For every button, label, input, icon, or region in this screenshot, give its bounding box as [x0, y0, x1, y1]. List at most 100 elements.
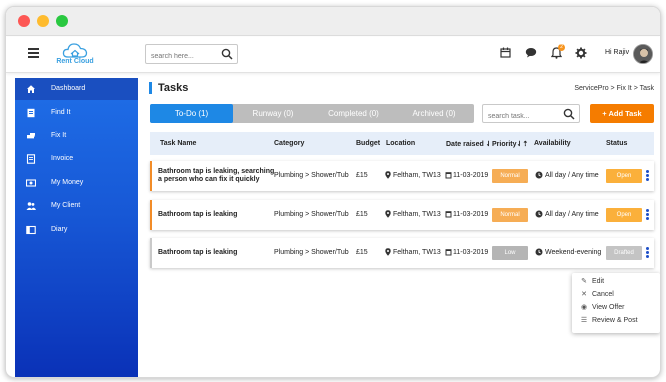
table-row[interactable]: Bathroom tap is leaking Plumbing > Showe… — [150, 238, 654, 268]
sidebar-item-my-client[interactable]: My Client — [15, 195, 138, 217]
task-availability: All day / Any time — [545, 172, 599, 179]
sidebar-item-fix-it[interactable]: Fix It — [15, 125, 138, 147]
status-badge: Open — [606, 208, 642, 222]
menu-item-view-offer[interactable]: ◉ View Offer — [580, 303, 625, 315]
sidebar-item-label: My Money — [51, 179, 84, 186]
menu-item-review-post[interactable]: ☰ Review & Post — [580, 316, 638, 328]
task-search[interactable] — [482, 104, 580, 125]
task-name-line2: a person who can fix it quickly — [158, 176, 260, 183]
header-category[interactable]: Category — [274, 140, 304, 147]
global-search[interactable] — [145, 44, 238, 66]
header-status[interactable]: Status — [606, 140, 627, 147]
gear-icon[interactable] — [575, 47, 587, 59]
task-tabs: To-Do (1) Runway (0) Completed (0) Archi… — [150, 104, 474, 123]
sidebar-item-label: Find It — [51, 109, 71, 116]
priority-badge: Normal — [492, 169, 528, 183]
tab-todo[interactable]: To-Do (1) — [150, 104, 233, 123]
clock-icon — [535, 248, 543, 258]
top-navbar: Rent Cloud 2 Hi Rajiv — [6, 37, 660, 73]
location-pin-icon — [385, 171, 391, 181]
close-window-button[interactable] — [18, 15, 30, 27]
task-date: 11-03-2019 — [453, 211, 489, 218]
header-date-raised[interactable]: Date raised ⇃ — [446, 140, 492, 148]
minimize-window-button[interactable] — [37, 15, 49, 27]
chat-icon[interactable] — [525, 47, 537, 58]
table-row[interactable]: Bathroom tap is leaking, searching a per… — [150, 161, 654, 191]
home-icon — [27, 85, 35, 93]
header-location[interactable]: Location — [386, 140, 415, 147]
tab-archived[interactable]: Archived (0) — [394, 104, 474, 123]
row-actions-icon[interactable] — [646, 170, 649, 182]
tab-runway[interactable]: Runway (0) — [233, 104, 313, 123]
task-budget: £15 — [356, 249, 368, 256]
avatar[interactable] — [633, 44, 653, 64]
cloud-house-icon — [62, 43, 88, 58]
task-location: Feltham, TW13 — [393, 172, 441, 179]
app-logo[interactable]: Rent Cloud — [55, 41, 95, 71]
close-icon: ✕ — [581, 291, 587, 298]
task-name: Bathroom tap is leaking, searching — [158, 168, 275, 175]
menu-item-edit[interactable]: ✎ Edit — [580, 277, 604, 289]
user-photo-icon — [634, 45, 652, 63]
header-task-name[interactable]: Task Name — [160, 140, 196, 147]
window-titlebar — [6, 7, 660, 36]
sidebar: Dashboard Find It Fix It Invoice My Mone… — [15, 78, 138, 377]
users-icon — [26, 202, 36, 210]
task-category: Plumbing > Shower/Tub — [274, 211, 349, 218]
table-header: Task Name Category Budget Location Date … — [150, 132, 654, 155]
logo-text: Rent Cloud — [56, 58, 94, 65]
add-task-button[interactable]: + Add Task — [590, 104, 654, 123]
search-icon[interactable] — [221, 48, 233, 60]
status-badge: Drafted — [606, 246, 642, 260]
sidebar-item-diary[interactable]: Diary — [15, 219, 138, 241]
sidebar-item-invoice[interactable]: Invoice — [15, 148, 138, 170]
row-actions-icon[interactable] — [646, 209, 649, 221]
sidebar-item-label: Diary — [51, 226, 68, 233]
menu-item-label: Cancel — [592, 291, 614, 298]
search-input[interactable] — [146, 47, 218, 66]
sidebar-item-label: Invoice — [51, 155, 74, 162]
location-pin-icon — [385, 248, 391, 258]
sidebar-item-label: Dashboard — [51, 85, 86, 92]
calendar-icon[interactable] — [500, 47, 511, 58]
hamburger-menu-icon[interactable] — [28, 48, 39, 58]
user-greeting[interactable]: Hi Rajiv — [605, 49, 629, 56]
task-budget: £15 — [356, 172, 368, 179]
task-location: Feltham, TW13 — [393, 249, 441, 256]
hand-icon — [27, 133, 35, 139]
priority-badge: Low — [492, 246, 528, 260]
sidebar-item-my-money[interactable]: My Money — [15, 172, 138, 194]
menu-item-cancel[interactable]: ✕ Cancel — [580, 290, 614, 302]
clock-icon — [535, 210, 543, 220]
task-category: Plumbing > Shower/Tub — [274, 172, 349, 179]
task-search-input[interactable] — [483, 108, 561, 125]
tab-completed[interactable]: Completed (0) — [313, 104, 394, 123]
sidebar-item-dashboard[interactable]: Dashboard — [15, 78, 138, 100]
clock-icon — [535, 171, 543, 181]
task-date: 11-03-2019 — [453, 249, 489, 256]
header-budget[interactable]: Budget — [356, 140, 380, 147]
task-date: 11-03-2019 — [453, 172, 489, 179]
maximize-window-button[interactable] — [56, 15, 68, 27]
status-badge: Open — [606, 169, 642, 183]
priority-badge: Normal — [492, 208, 528, 222]
calendar-icon — [445, 248, 452, 258]
page-title: Tasks — [149, 82, 188, 94]
table-row[interactable]: Bathroom tap is leaking Plumbing > Showe… — [150, 200, 654, 230]
task-budget: £15 — [356, 211, 368, 218]
document-icon — [27, 108, 35, 118]
task-availability: All day / Any time — [545, 211, 599, 218]
list-icon: ☰ — [580, 317, 588, 324]
sidebar-item-find-it[interactable]: Find It — [15, 102, 138, 124]
app-window: Rent Cloud 2 Hi Rajiv Dashboard Find It … — [5, 6, 661, 378]
search-icon[interactable] — [563, 108, 575, 120]
money-icon — [26, 179, 36, 187]
header-availability[interactable]: Availability — [534, 140, 571, 147]
breadcrumb[interactable]: ServicePro > Fix It > Task — [574, 85, 654, 92]
task-availability: Weekend-evening — [545, 249, 602, 256]
row-actions-icon[interactable] — [646, 247, 649, 259]
notification-badge: 2 — [558, 44, 565, 51]
pencil-icon: ✎ — [581, 278, 587, 285]
calendar-icon — [445, 171, 452, 181]
header-priority[interactable]: Priority⇃⇡ — [492, 140, 528, 148]
